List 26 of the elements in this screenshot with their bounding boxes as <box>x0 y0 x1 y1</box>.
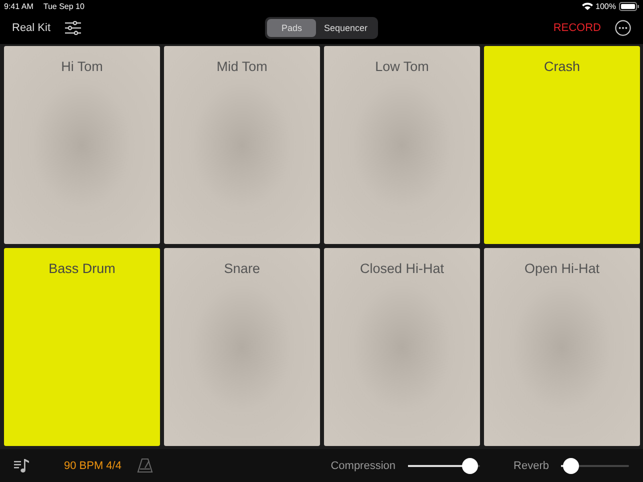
battery-percent: 100% <box>596 2 616 10</box>
drum-pad[interactable]: Crash <box>484 46 640 244</box>
record-button[interactable]: RECORD <box>553 22 601 34</box>
drum-pad[interactable]: Hi Tom <box>4 46 160 244</box>
drum-pad[interactable]: Low Tom <box>324 46 480 244</box>
slider-thumb[interactable] <box>462 458 478 474</box>
wifi-icon <box>582 2 593 10</box>
slider-label: Reverb <box>514 460 549 472</box>
slider-label: Compression <box>330 460 396 472</box>
drum-pad[interactable]: Snare <box>164 248 320 446</box>
music-list-icon[interactable] <box>14 458 30 472</box>
drum-pad[interactable]: Bass Drum <box>4 248 160 446</box>
drum-pad[interactable]: Closed Hi-Hat <box>324 248 480 446</box>
metronome-icon[interactable] <box>137 458 154 473</box>
kit-title[interactable]: Real Kit <box>12 22 51 34</box>
view-tab[interactable]: Pads <box>267 19 316 37</box>
more-icon[interactable] <box>615 20 631 36</box>
status-time: 9:41 AM <box>4 2 34 10</box>
tempo-label[interactable]: 90 BPM 4/4 <box>64 460 122 472</box>
status-date: Tue Sep 10 <box>43 2 84 10</box>
mixer-settings-icon[interactable] <box>64 21 81 35</box>
view-tab[interactable]: Sequencer <box>316 19 376 37</box>
battery-icon <box>619 2 639 10</box>
drum-pad[interactable]: Open Hi-Hat <box>484 248 640 446</box>
drum-pad[interactable]: Mid Tom <box>164 46 320 244</box>
slider-thumb[interactable] <box>563 458 580 474</box>
